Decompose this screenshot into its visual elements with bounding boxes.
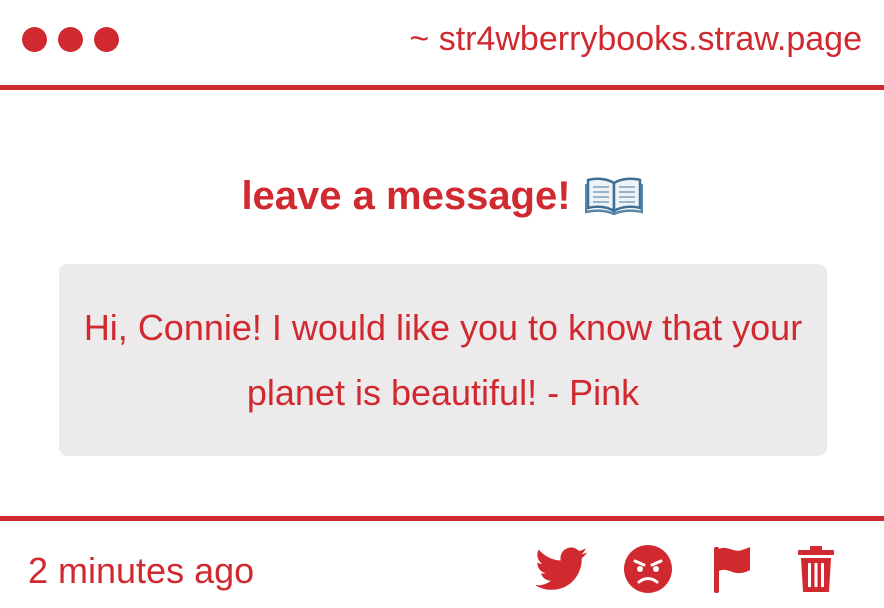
window-dot <box>94 27 119 52</box>
page-heading-text: leave a message! <box>241 174 571 218</box>
twitter-bird-icon <box>535 547 588 596</box>
message-card: Hi, Connie! I would like you to know tha… <box>59 264 827 456</box>
message-timestamp: 2 minutes ago <box>28 550 255 591</box>
trash-icon <box>796 544 836 599</box>
message-text: Hi, Connie! I would like you to know tha… <box>83 307 803 413</box>
guestbook-window: ~ str4wberrybooks.straw.page leave a mes… <box>0 0 884 608</box>
angry-face-icon <box>623 544 673 599</box>
header-divider <box>0 85 884 90</box>
window-dots <box>22 27 119 52</box>
report-button[interactable] <box>620 544 676 598</box>
site-url: ~ str4wberrybooks.straw.page <box>409 20 862 58</box>
flag-button[interactable] <box>708 544 756 598</box>
footer-divider <box>0 516 884 521</box>
delete-button[interactable] <box>794 544 838 598</box>
window-dot <box>58 27 83 52</box>
page-heading: leave a message! <box>0 170 884 228</box>
window-dot <box>22 27 47 52</box>
share-twitter-button[interactable] <box>534 544 590 598</box>
open-book-icon <box>584 175 643 228</box>
window-header: ~ str4wberrybooks.straw.page <box>0 0 884 84</box>
flag-icon <box>712 544 752 599</box>
